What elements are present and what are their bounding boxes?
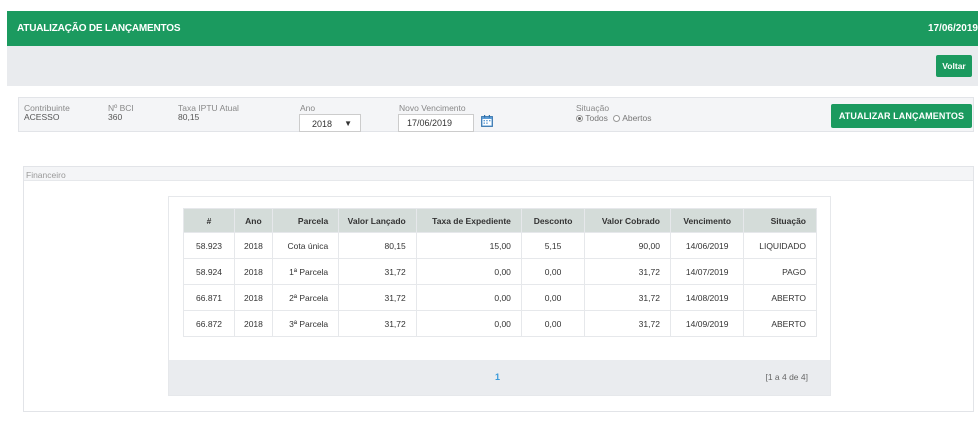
cell-valor-cobrado: 90,00	[584, 232, 671, 259]
cell-parcela: 1ª Parcela	[271, 258, 340, 285]
cell-id: 66.871	[182, 284, 236, 311]
cell-ano: 2018	[234, 284, 273, 311]
vencimento-label: Novo Vencimento	[399, 103, 466, 113]
pagination-page-link[interactable]: 1	[495, 372, 500, 382]
filters-panel: Contribuinte ACESSO Nº BCI 360 Taxa IPTU…	[18, 97, 974, 132]
column-header[interactable]: Valor Cobrado	[584, 208, 671, 233]
column-header[interactable]: Parcela	[271, 208, 340, 233]
action-bar: Voltar	[7, 46, 978, 86]
column-header[interactable]: Situação	[743, 208, 817, 233]
pagination-bar: 1 [1 a 4 de 4]	[169, 360, 830, 395]
current-date: 17/06/2019	[927, 23, 978, 34]
atualizar-lancamentos-button[interactable]: ATUALIZAR LANÇAMENTOS	[831, 104, 972, 128]
vencimento-input[interactable]	[398, 114, 474, 132]
ano-select[interactable]: 2018 ▼	[299, 114, 361, 132]
cell-valor-lancado: 31,72	[338, 284, 417, 311]
cell-id: 58.923	[182, 232, 236, 259]
cell-taxa-expediente: 0,00	[415, 258, 522, 285]
contribuinte-value: ACESSO	[24, 112, 60, 122]
column-header[interactable]: Valor Lançado	[338, 208, 417, 233]
table-row: 66.872 2018 3ª Parcela 31,72 0,00 0,00 3…	[182, 310, 817, 337]
cell-ano: 2018	[234, 258, 273, 285]
column-header[interactable]: Vencimento	[669, 208, 745, 233]
calendar-icon[interactable]	[481, 115, 493, 127]
situacao-field: Situação	[576, 104, 609, 113]
column-header[interactable]: Ano	[234, 208, 273, 233]
cell-vencimento: 14/08/2019	[669, 284, 745, 311]
cell-valor-lancado: 31,72	[338, 258, 417, 285]
cell-situacao: ABERTO	[743, 284, 817, 311]
column-header[interactable]: #	[182, 208, 236, 233]
cell-taxa-expediente: 15,00	[415, 232, 522, 259]
cell-id: 66.872	[182, 310, 236, 337]
table-header-row: # Ano Parcela Valor Lançado Taxa de Expe…	[182, 208, 817, 233]
financeiro-table-card: # Ano Parcela Valor Lançado Taxa de Expe…	[168, 196, 831, 396]
cell-parcela: 3ª Parcela	[271, 310, 340, 337]
bci-value: 360	[108, 112, 123, 122]
cell-parcela: 2ª Parcela	[271, 284, 340, 311]
cell-situacao: PAGO	[743, 258, 817, 285]
column-header[interactable]: Taxa de Expediente	[415, 208, 522, 233]
cell-valor-cobrado: 31,72	[584, 258, 671, 285]
bci-field: Nº BCI 360	[108, 104, 134, 122]
back-button[interactable]: Voltar	[936, 55, 972, 77]
financeiro-title: Financeiro	[24, 167, 973, 181]
cell-taxa-expediente: 0,00	[415, 284, 522, 311]
contribuinte-field: Contribuinte ACESSO	[24, 104, 70, 122]
situacao-abertos-radio[interactable]	[613, 115, 621, 122]
financeiro-table: # Ano Parcela Valor Lançado Taxa de Expe…	[182, 208, 817, 337]
cell-ano: 2018	[234, 310, 273, 337]
taxa-value: 80,15	[178, 112, 200, 122]
cell-desconto: 0,00	[520, 310, 586, 337]
situacao-todos-label: Todos	[585, 113, 608, 123]
cell-desconto: 0,00	[520, 284, 586, 311]
page-header: ATUALIZAÇÃO DE LANÇAMENTOS 17/06/2019	[7, 11, 978, 46]
situacao-todos-radio[interactable]	[576, 115, 583, 122]
table-row: 66.871 2018 2ª Parcela 31,72 0,00 0,00 3…	[182, 284, 817, 311]
cell-valor-lancado: 80,15	[338, 232, 417, 259]
cell-valor-cobrado: 31,72	[584, 284, 671, 311]
situacao-abertos-label: Abertos	[622, 113, 652, 123]
cell-vencimento: 14/06/2019	[669, 232, 745, 259]
situacao-label: Situação	[576, 103, 610, 113]
column-header[interactable]: Desconto	[520, 208, 586, 233]
table-row: 58.923 2018 Cota única 80,15 15,00 5,15 …	[182, 232, 817, 259]
page-title: ATUALIZAÇÃO DE LANÇAMENTOS	[17, 23, 181, 34]
cell-ano: 2018	[234, 232, 273, 259]
ano-field: Ano	[300, 104, 315, 113]
ano-label: Ano	[300, 103, 316, 113]
cell-vencimento: 14/09/2019	[669, 310, 745, 337]
situacao-radio-group: Todos Abertos	[576, 113, 651, 123]
cell-situacao: LIQUIDADO	[743, 232, 817, 259]
vencimento-field: Novo Vencimento	[399, 104, 466, 113]
cell-desconto: 0,00	[520, 258, 586, 285]
taxa-field: Taxa IPTU Atual 80,15	[178, 104, 239, 122]
cell-valor-cobrado: 31,72	[584, 310, 671, 337]
table-row: 58.924 2018 1ª Parcela 31,72 0,00 0,00 3…	[182, 258, 817, 285]
pagination-summary: [1 a 4 de 4]	[765, 372, 808, 382]
cell-parcela: Cota única	[271, 232, 340, 259]
caret-down-icon: ▼	[344, 119, 352, 128]
cell-taxa-expediente: 0,00	[415, 310, 522, 337]
cell-valor-lancado: 31,72	[338, 310, 417, 337]
cell-vencimento: 14/07/2019	[669, 258, 745, 285]
ano-selected-value: 2018	[312, 119, 333, 129]
cell-situacao: ABERTO	[743, 310, 817, 337]
cell-id: 58.924	[182, 258, 236, 285]
cell-desconto: 5,15	[520, 232, 586, 259]
